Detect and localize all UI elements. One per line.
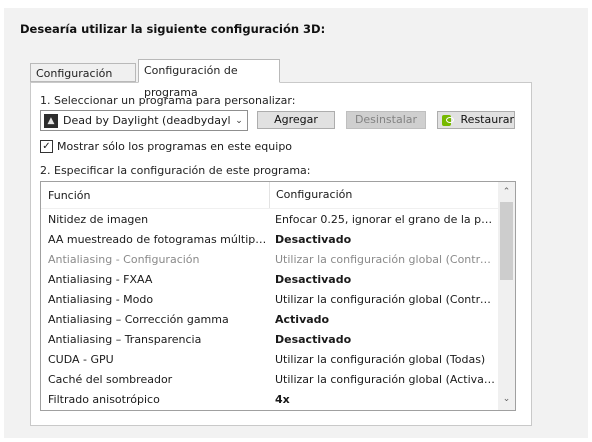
feature-cell: Antialiasing – Corrección gamma <box>48 312 229 326</box>
table-row[interactable]: Filtrado anisotrópico 4x <box>41 389 515 409</box>
setting-cell[interactable]: Enfocar 0.25, ignorar el grano de la pel… <box>269 213 497 226</box>
table-row[interactable]: CUDA - GPU Utilizar la configuración glo… <box>41 349 515 369</box>
feature-cell: Antialiasing – Transparencia <box>48 332 202 346</box>
scroll-up-icon[interactable]: ⌃ <box>498 184 515 201</box>
restore-button[interactable]: Restaurar <box>437 111 515 129</box>
nvidia-logo-icon <box>442 114 454 126</box>
feature-cell: Nitidez de imagen <box>48 212 149 226</box>
table-row[interactable]: Caché del sombreador Utilizar la configu… <box>41 369 515 389</box>
table-row[interactable]: Antialiasing - Configuración Utilizar la… <box>41 249 515 269</box>
program-select-value: Dead by Daylight (deadbydayli... <box>63 114 231 127</box>
table-row[interactable]: AA muestreado de fotogramas múltiples (.… <box>41 229 515 249</box>
column-header-setting[interactable]: Configuración <box>269 182 497 208</box>
feature-cell: Filtrado anisotrópico <box>48 392 160 406</box>
uninstall-program-button[interactable]: Desinstalar <box>346 111 426 129</box>
setting-cell[interactable]: Utilizar la configuración global (Activa… <box>269 373 497 386</box>
feature-cell: Antialiasing - Configuración <box>48 252 200 266</box>
restore-button-label: Restaurar <box>460 113 514 126</box>
table-row[interactable]: Antialiasing – Corrección gamma Activado <box>41 309 515 329</box>
setting-cell[interactable]: Desactivado <box>269 333 497 346</box>
column-header-feature[interactable]: Función <box>41 189 269 202</box>
show-only-installed-checkbox[interactable]: ✓ <box>40 140 53 153</box>
feature-cell: Antialiasing - Modo <box>48 292 154 306</box>
vertical-scrollbar[interactable]: ⌃ ⌄ <box>498 182 515 410</box>
feature-cell: CUDA - GPU <box>48 352 114 366</box>
table-row[interactable]: Antialiasing - FXAA Desactivado <box>41 269 515 289</box>
dead-by-daylight-icon: ▲ <box>44 113 58 128</box>
tab-program-settings[interactable]: Configuración de programa <box>138 59 280 99</box>
setting-cell[interactable]: Utilizar la configuración global (Contro… <box>269 293 497 306</box>
setting-cell[interactable]: Utilizar la configuración global (Contro… <box>269 253 497 266</box>
feature-cell: Antialiasing - FXAA <box>48 272 153 286</box>
setting-cell[interactable]: 4x <box>269 393 497 406</box>
grid-header: Función Configuración <box>41 182 515 209</box>
feature-cell: Caché del sombreador <box>48 372 173 386</box>
setting-cell[interactable]: Desactivado <box>269 273 497 286</box>
feature-cell: AA muestreado de fotogramas múltiples (.… <box>48 232 269 246</box>
specify-settings-label: 2. Especificar la configuración de este … <box>40 164 311 177</box>
setting-cell[interactable]: Desactivado <box>269 233 497 246</box>
settings-grid: Función Configuración Nitidez de imagen … <box>40 181 516 411</box>
table-row[interactable]: Antialiasing - Modo Utilizar la configur… <box>41 289 515 309</box>
show-only-installed-checkbox-row[interactable]: ✓ Mostrar sólo los programas en este equ… <box>40 140 292 153</box>
scrollbar-thumb[interactable] <box>500 202 513 280</box>
tab-global-settings[interactable]: Configuración global <box>30 63 136 99</box>
add-program-button[interactable]: Agregar <box>257 111 335 129</box>
table-row[interactable]: Nitidez de imagen Enfocar 0.25, ignorar … <box>41 209 515 229</box>
setting-cell[interactable]: Activado <box>269 313 497 326</box>
chevron-down-icon[interactable]: ⌄ <box>231 116 247 126</box>
show-only-installed-label: Mostrar sólo los programas en este equip… <box>57 140 293 153</box>
page-title: Desearía utilizar la siguiente configura… <box>20 22 326 36</box>
program-select[interactable]: ▲ Dead by Daylight (deadbydayli... ⌄ <box>40 110 248 131</box>
setting-cell[interactable]: Utilizar la configuración global (Todas) <box>269 353 497 366</box>
table-row[interactable]: Antialiasing – Transparencia Desactivado <box>41 329 515 349</box>
scroll-down-icon[interactable]: ⌄ <box>498 391 515 408</box>
